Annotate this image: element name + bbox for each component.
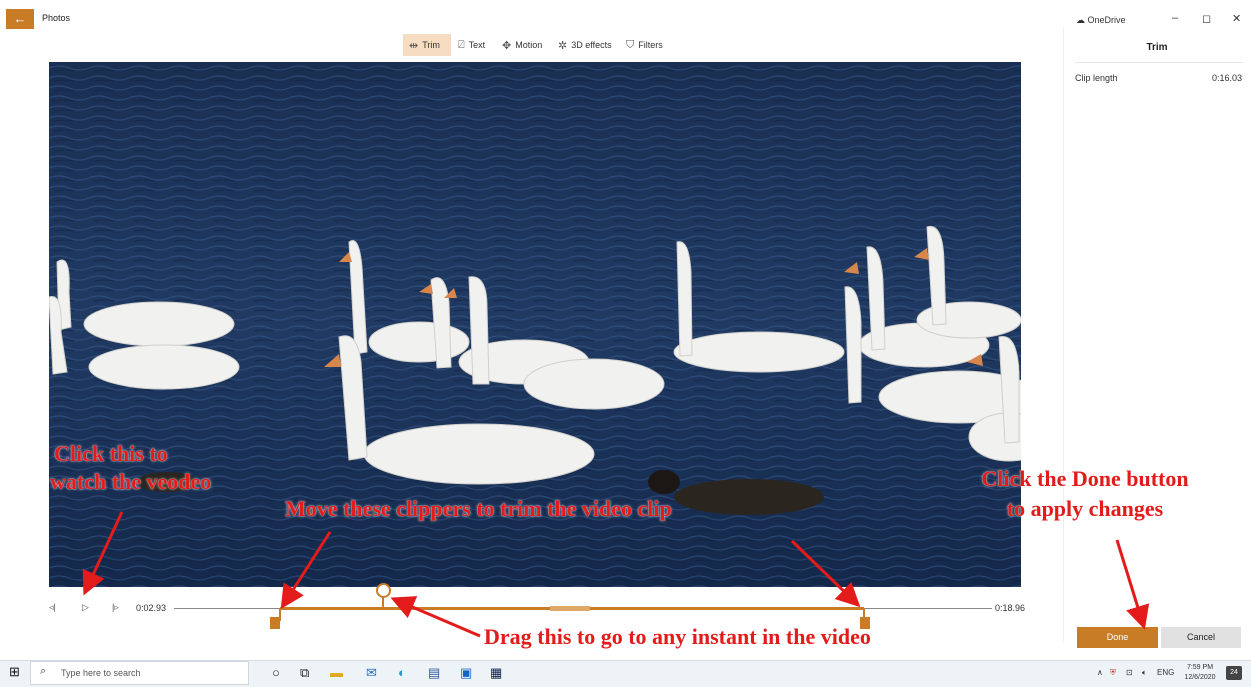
taskbar-search[interactable]: Type here to search [30, 661, 249, 685]
clock[interactable]: 7:59 PM 12/6/2020 [1180, 663, 1220, 683]
task-view-icon[interactable]: ⧉ [300, 665, 309, 681]
arrow-to-done [1115, 539, 1150, 630]
edge-icon[interactable]: ◐ [398, 665, 406, 680]
file-explorer-icon[interactable]: ▬ [330, 665, 343, 680]
windows-start-icon[interactable]: ⊞ [9, 664, 20, 680]
search-placeholder: Type here to search [61, 668, 141, 678]
arrow-to-playhead [390, 596, 481, 638]
language-indicator[interactable]: ENG [1157, 668, 1174, 677]
search-icon: ⌕ [40, 665, 47, 677]
tray-security-icon[interactable]: ⛨ [1110, 668, 1116, 678]
word-icon[interactable]: ▤ [428, 665, 440, 681]
cortana-icon[interactable]: ○ [272, 665, 280, 680]
arrow-to-right-clipper [790, 539, 861, 608]
photos-icon[interactable]: ▣ [460, 665, 472, 681]
arrow-to-left-clipper [280, 531, 332, 610]
arrow-to-play [82, 511, 124, 596]
annotation-arrows [82, 511, 1150, 638]
notification-count: 24 [1230, 669, 1238, 676]
network-icon[interactable]: ⊡ [1126, 668, 1133, 677]
tray-chevron-icon[interactable]: ∧ [1097, 668, 1103, 677]
clock-date: 12/6/2020 [1184, 674, 1216, 681]
mail-icon[interactable]: ✉ [366, 665, 377, 681]
clock-time: 7:59 PM [1186, 664, 1214, 671]
notification-center-button[interactable]: 24 [1226, 666, 1242, 680]
photoshop-icon[interactable]: ▦ [490, 665, 502, 681]
volume-icon[interactable]: 🔈︎ [1142, 668, 1147, 678]
